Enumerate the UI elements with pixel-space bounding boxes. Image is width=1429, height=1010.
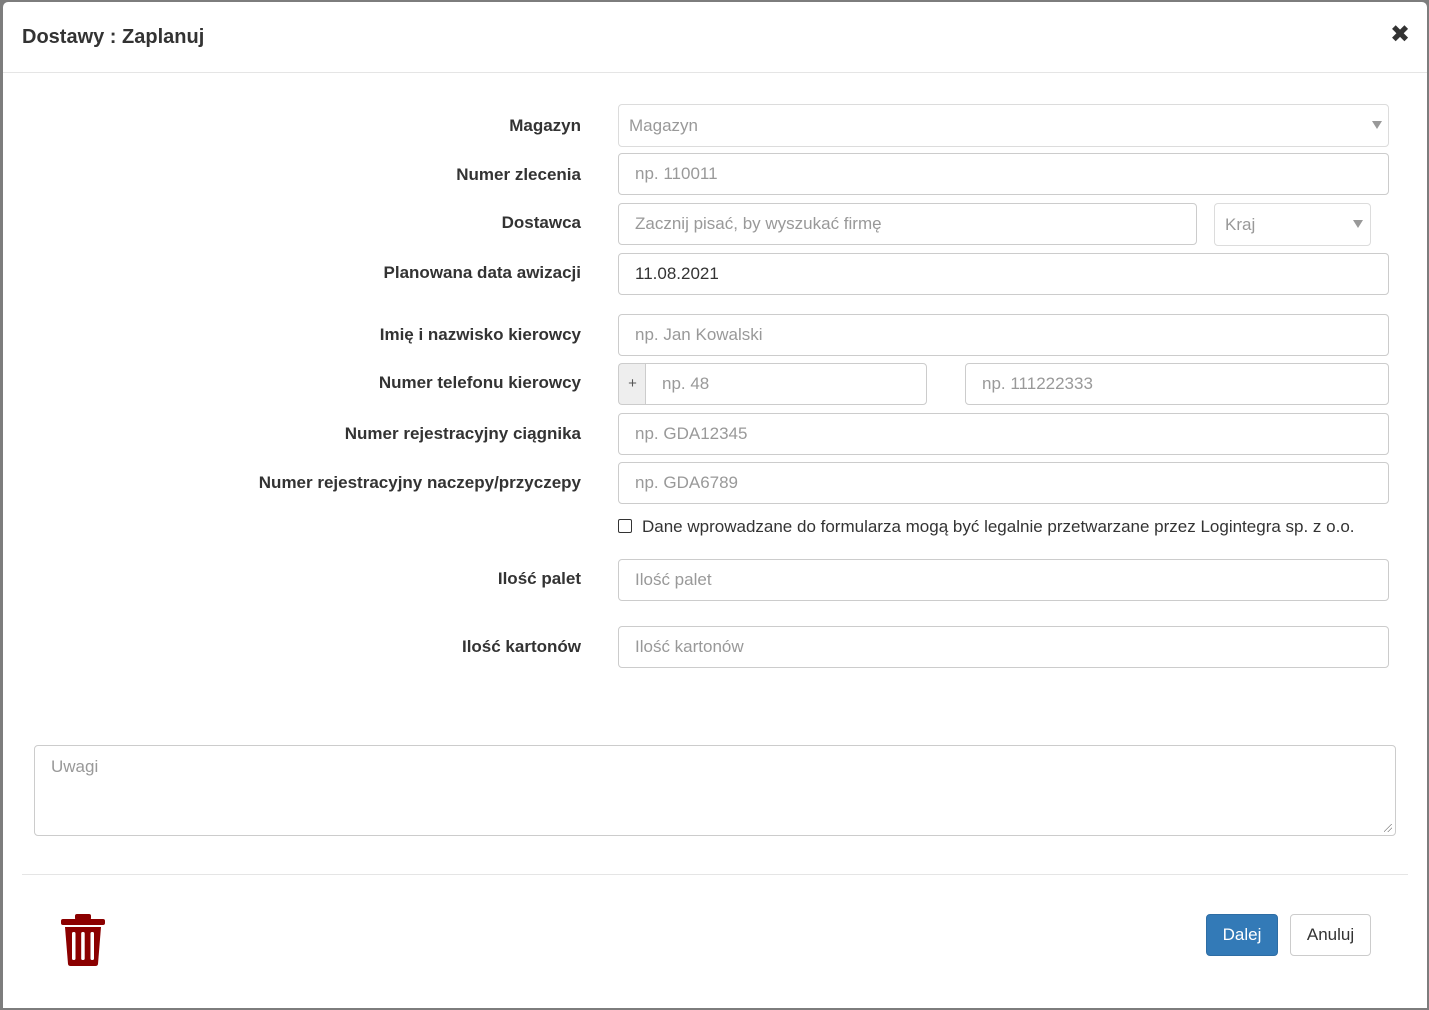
trailer-plate-input[interactable]: np. GDA6789 <box>618 462 1389 504</box>
consent-checkbox[interactable] <box>618 519 632 533</box>
driver-phone-label: Numer telefonu kierowcy <box>378 373 581 392</box>
country-select[interactable]: Kraj <box>1214 203 1371 246</box>
modal-header: Dostawy : Zaplanuj ✖ <box>3 2 1427 73</box>
footer-divider <box>22 874 1408 875</box>
notes-textarea[interactable]: Uwagi <box>34 745 1396 836</box>
cartons-input[interactable]: Ilość kartonów <box>618 626 1389 668</box>
supplier-label: Dostawca <box>501 213 581 232</box>
trailer-plate-label: Numer rejestracyjny naczepy/przyczepy <box>258 473 581 492</box>
close-icon[interactable]: ✖ <box>1390 22 1410 46</box>
trash-icon[interactable] <box>59 913 107 967</box>
notes-placeholder: Uwagi <box>51 757 99 776</box>
chevron-down-icon <box>1353 220 1363 228</box>
warehouse-select[interactable]: Magazyn <box>618 104 1389 147</box>
cancel-button[interactable]: Anuluj <box>1290 914 1371 956</box>
supplier-search-input[interactable]: Zacznij pisać, by wyszukać firmę <box>618 203 1197 245</box>
warehouse-label: Magazyn <box>509 116 581 135</box>
driver-name-label: Imię i nazwisko kierowcy <box>379 325 581 344</box>
cartons-label: Ilość kartonów <box>461 637 581 656</box>
planned-date-input[interactable]: 11.08.2021 <box>618 253 1389 295</box>
tractor-plate-label: Numer rejestracyjny ciągnika <box>344 424 581 443</box>
planned-date-label: Planowana data awizacji <box>383 263 581 282</box>
warehouse-selected-value: Magazyn <box>629 116 698 135</box>
tractor-plate-input[interactable]: np. GDA12345 <box>618 413 1389 455</box>
resize-handle-icon[interactable] <box>1384 824 1392 832</box>
pallets-input[interactable]: Ilość palet <box>618 559 1389 601</box>
next-button[interactable]: Dalej <box>1206 914 1278 956</box>
order-number-label: Numer zlecenia <box>456 165 581 184</box>
order-number-input[interactable]: np. 110011 <box>618 153 1389 195</box>
country-selected-value: Kraj <box>1225 215 1256 234</box>
chevron-down-icon <box>1372 121 1382 129</box>
phone-country-code-input[interactable]: np. 48 <box>645 363 927 405</box>
consent-row: Dane wprowadzane do formularza mogą być … <box>618 517 1355 537</box>
plan-delivery-modal: Dostawy : Zaplanuj ✖ Magazyn Magazyn Num… <box>3 2 1427 1008</box>
phone-prefix-addon: + <box>618 363 646 405</box>
pallets-label: Ilość palet <box>497 569 581 588</box>
consent-label: Dane wprowadzane do formularza mogą być … <box>642 517 1355 536</box>
phone-number-input[interactable]: np. 111222333 <box>965 363 1389 405</box>
modal-title: Dostawy : Zaplanuj <box>22 26 205 48</box>
driver-name-input[interactable]: np. Jan Kowalski <box>618 314 1389 356</box>
